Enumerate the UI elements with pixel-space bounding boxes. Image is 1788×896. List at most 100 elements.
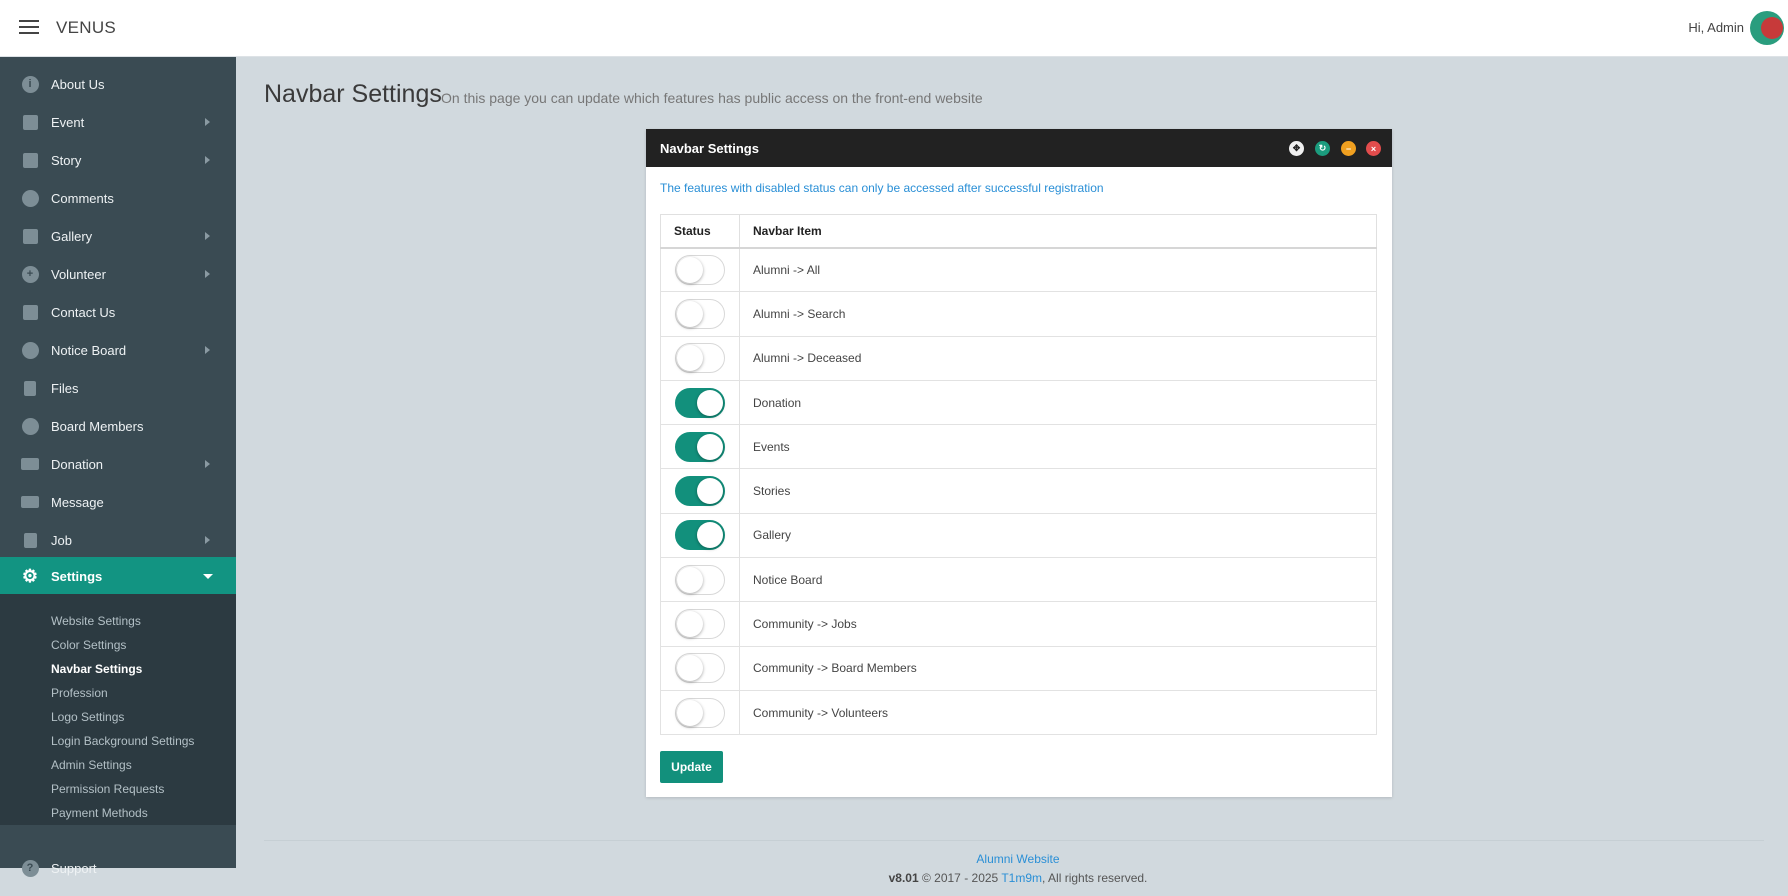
table-row: Donation bbox=[660, 379, 1377, 426]
hamburger-menu-icon[interactable] bbox=[19, 20, 39, 35]
sidebar-item-label: Contact Us bbox=[51, 304, 116, 320]
calendar-icon bbox=[21, 113, 39, 131]
submenu-website-settings[interactable]: Website Settings bbox=[51, 614, 141, 628]
sidebar-item-message[interactable]: Message bbox=[0, 483, 236, 521]
settings-submenu: Website Settings Color Settings Navbar S… bbox=[0, 594, 236, 825]
sidebar-item-label: Notice Board bbox=[51, 342, 127, 358]
chevron-right-icon bbox=[205, 118, 210, 126]
credit-card-icon bbox=[21, 455, 39, 473]
status-toggle[interactable] bbox=[675, 653, 725, 684]
sidebar-item-story[interactable]: Story bbox=[0, 141, 236, 179]
footer-rights: , All rights reserved. bbox=[1042, 871, 1148, 885]
status-cell bbox=[660, 379, 740, 426]
toggle-knob bbox=[677, 300, 703, 327]
lifebuoy-icon: + bbox=[21, 265, 39, 283]
close-icon[interactable]: × bbox=[1366, 141, 1381, 156]
table-row: Community -> Board Members bbox=[660, 645, 1377, 691]
table-row: Stories bbox=[660, 468, 1377, 514]
table-row: Community -> Jobs bbox=[660, 601, 1377, 647]
sidebar-item-about-us[interactable]: i About Us bbox=[0, 65, 236, 103]
book-icon bbox=[21, 151, 39, 169]
sidebar-item-comments[interactable]: Comments bbox=[0, 179, 236, 217]
navbar-item-label: Donation bbox=[739, 379, 1377, 426]
sidebar-item-volunteer[interactable]: + Volunteer bbox=[0, 255, 236, 293]
status-toggle[interactable] bbox=[675, 387, 725, 418]
status-toggle[interactable] bbox=[675, 697, 725, 728]
table-row: Notice Board bbox=[660, 557, 1377, 603]
table-row: Alumni -> Search bbox=[660, 291, 1377, 337]
navbar-item-label: Community -> Jobs bbox=[739, 601, 1377, 647]
footer-version: v8.01 bbox=[888, 871, 919, 885]
lock-icon bbox=[21, 531, 39, 549]
navbar-item-label: Alumni -> All bbox=[739, 246, 1377, 293]
submenu-admin-settings[interactable]: Admin Settings bbox=[51, 758, 132, 772]
sidebar-item-settings[interactable]: ⚙ Settings bbox=[0, 557, 236, 595]
sidebar-item-files[interactable]: Files bbox=[0, 369, 236, 407]
avatar[interactable] bbox=[1750, 11, 1784, 45]
footer-author-link[interactable]: T1m9m bbox=[1001, 871, 1042, 885]
table-row: Gallery bbox=[660, 512, 1377, 559]
submenu-login-background-settings[interactable]: Login Background Settings bbox=[51, 734, 194, 748]
status-toggle[interactable] bbox=[675, 609, 725, 640]
status-toggle[interactable] bbox=[675, 431, 725, 462]
user-circle-icon bbox=[21, 417, 39, 435]
toggle-knob bbox=[677, 699, 703, 726]
status-toggle[interactable] bbox=[675, 298, 725, 329]
refresh-icon[interactable]: ↻ bbox=[1315, 141, 1330, 156]
status-toggle[interactable] bbox=[675, 254, 725, 285]
submenu-color-settings[interactable]: Color Settings bbox=[51, 638, 126, 652]
submenu-payment-methods[interactable]: Payment Methods bbox=[51, 806, 148, 820]
status-cell bbox=[660, 291, 740, 337]
sidebar-item-label: Settings bbox=[51, 568, 103, 584]
status-toggle[interactable] bbox=[675, 564, 725, 595]
status-toggle[interactable] bbox=[675, 520, 725, 551]
sidebar-item-label: Board Members bbox=[51, 418, 144, 434]
chevron-down-icon bbox=[203, 574, 213, 579]
chevron-right-icon bbox=[205, 346, 210, 354]
move-icon[interactable]: ✥ bbox=[1289, 141, 1304, 156]
minimize-icon[interactable]: − bbox=[1341, 141, 1356, 156]
submenu-profession[interactable]: Profession bbox=[51, 686, 108, 700]
footer-copyright-years: © 2017 - 2025 bbox=[921, 871, 999, 885]
status-cell bbox=[660, 512, 740, 559]
sidebar-item-label: Donation bbox=[51, 456, 104, 472]
status-cell bbox=[660, 335, 740, 381]
sidebar-item-label: Job bbox=[51, 532, 72, 548]
toggle-knob bbox=[677, 611, 703, 638]
chevron-right-icon bbox=[205, 270, 210, 278]
page-subtitle: On this page you can update which featur… bbox=[441, 90, 983, 106]
table-row: Alumni -> Deceased bbox=[660, 335, 1377, 381]
submenu-navbar-settings[interactable]: Navbar Settings bbox=[51, 662, 142, 676]
status-toggle[interactable] bbox=[675, 476, 725, 507]
sidebar-item-notice-board[interactable]: Notice Board bbox=[0, 331, 236, 369]
sidebar-item-contact-us[interactable]: Contact Us bbox=[0, 293, 236, 331]
navbar-item-label: Community -> Board Members bbox=[739, 645, 1377, 691]
submenu-permission-requests[interactable]: Permission Requests bbox=[51, 782, 164, 796]
status-cell bbox=[660, 689, 740, 736]
navbar-items-table: Status Navbar Item Alumni -> All Alumni -… bbox=[660, 214, 1377, 736]
update-button[interactable]: Update bbox=[660, 751, 723, 783]
envelope-icon bbox=[21, 493, 39, 511]
status-cell bbox=[660, 468, 740, 514]
submenu-logo-settings[interactable]: Logo Settings bbox=[51, 710, 124, 724]
panel-title: Navbar Settings bbox=[660, 141, 759, 156]
page-title: Navbar Settings bbox=[264, 80, 442, 108]
sidebar-item-label: Event bbox=[51, 114, 85, 130]
status-toggle[interactable] bbox=[675, 343, 725, 374]
table-header-row: Status Navbar Item bbox=[660, 214, 1377, 249]
brand-name: VENUS bbox=[56, 18, 117, 37]
table-row: Community -> Volunteers bbox=[660, 689, 1377, 736]
sidebar-item-gallery[interactable]: Gallery bbox=[0, 217, 236, 255]
chevron-right-icon bbox=[205, 536, 210, 544]
sidebar-item-board-members[interactable]: Board Members bbox=[0, 407, 236, 445]
status-cell bbox=[660, 645, 740, 691]
navbar-item-label: Notice Board bbox=[739, 557, 1377, 603]
sidebar-item-label: Message bbox=[51, 494, 104, 510]
footer-site-link[interactable]: Alumni Website bbox=[0, 852, 1788, 866]
user-greeting[interactable]: Hi, Admin bbox=[1688, 20, 1744, 35]
sidebar-item-event[interactable]: Event bbox=[0, 103, 236, 141]
sidebar-item-job[interactable]: Job bbox=[0, 521, 236, 559]
navbar-item-label: Community -> Volunteers bbox=[739, 689, 1377, 736]
sidebar-item-donation[interactable]: Donation bbox=[0, 445, 236, 483]
table-row: Events bbox=[660, 424, 1377, 470]
